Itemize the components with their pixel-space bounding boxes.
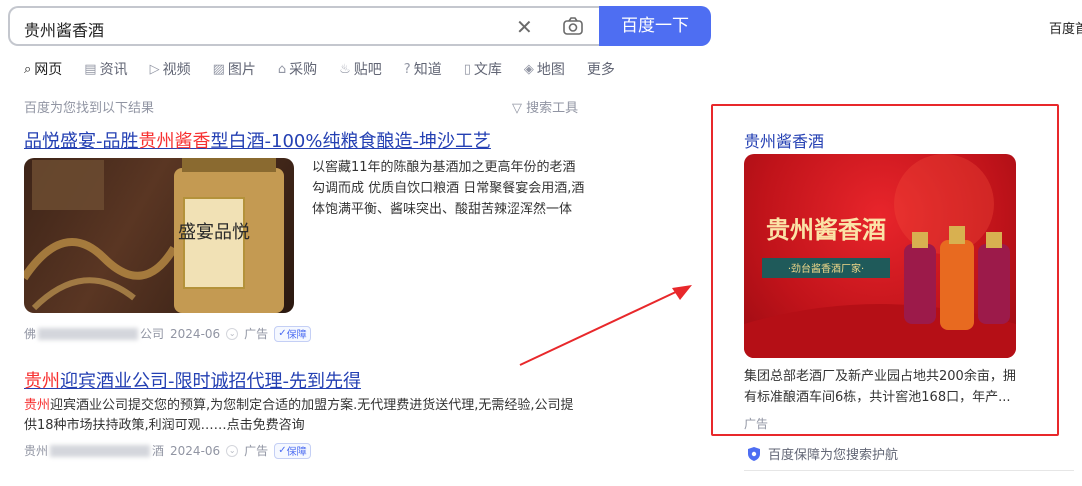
right-panel-ad-label: 广告	[744, 417, 769, 431]
tab-shopping[interactable]: ⌂ 采购	[278, 59, 317, 79]
chevron-down-icon[interactable]: ⌄	[226, 327, 239, 340]
news-icon: ▤	[84, 61, 97, 77]
filter-icon: ▽	[512, 101, 527, 116]
search-tools-button[interactable]: ▽ 搜索工具	[512, 97, 578, 116]
result-1-meta: 佛公司 2024-06 ⌄ 广告 ✓ 保障	[24, 325, 311, 342]
image-icon: ▨	[212, 61, 225, 77]
baidu-guarantee-footer[interactable]: 百度保障为您搜索护航	[746, 444, 898, 463]
svg-text:贵州酱香酒: 贵州酱香酒	[766, 216, 886, 244]
camera-icon[interactable]	[562, 16, 584, 36]
blurred-source	[50, 444, 151, 457]
shield-icon	[748, 446, 760, 461]
video-icon: ▷	[149, 61, 160, 77]
tieba-icon: ♨	[339, 61, 351, 77]
search-box[interactable]: 贵州酱香酒 ✕	[8, 6, 600, 46]
svg-text:·劲台酱香酒厂家·: ·劲台酱香酒厂家·	[788, 262, 864, 275]
search-tabs: ⌕ 网页 ▤ 资讯 ▷ 视频 ▨ 图片 ⌂ 采购 ♨ 贴吧 ? 知道 ▯ 文库 ◈ 地图 更多	[24, 59, 637, 79]
result-1-title[interactable]: 品悦盛宴-品胜贵州酱香型白酒-100%纯粮食酿造-坤沙工艺	[24, 127, 491, 153]
search-input[interactable]: 贵州酱香酒	[24, 17, 104, 41]
guarantee-badge[interactable]: ✓ 保障	[274, 325, 311, 342]
result-count: 百度为您找到以下结果	[24, 101, 155, 116]
search-icon: ⌕	[24, 61, 32, 77]
tab-map[interactable]: ◈ 地图	[524, 59, 565, 79]
result-2-title[interactable]: 贵州迎宾酒业公司-限时诚招代理-先到先得	[24, 367, 361, 393]
result-2-description: 贵州迎宾酒业公司提交您的预算,为您制定合适的加盟方案.无代理费进货送代理,无需经…	[24, 398, 574, 433]
tab-zhidao[interactable]: ? 知道	[404, 59, 442, 79]
doc-icon: ▯	[463, 61, 471, 77]
annotation-arrow	[519, 285, 692, 366]
search-button[interactable]: 百度一下	[599, 6, 711, 46]
tab-video[interactable]: ▷ 视频	[150, 59, 191, 79]
result-1-image[interactable]: 盛宴品悦	[24, 158, 294, 313]
map-icon: ◈	[523, 61, 534, 77]
tab-more[interactable]: 更多	[587, 59, 615, 79]
ad-label: 广告	[244, 444, 269, 458]
chevron-down-icon[interactable]: ⌄	[226, 444, 239, 457]
shop-icon: ⌂	[277, 61, 287, 77]
clear-icon[interactable]: ✕	[516, 15, 533, 39]
right-panel-description: 集团总部老酒厂及新产业园占地共200余亩，拥有标准酿酒车间6栋，共计窖池168口…	[744, 369, 1016, 405]
tab-tieba[interactable]: ♨ 贴吧	[339, 59, 382, 79]
ad-label: 广告	[244, 327, 269, 341]
tab-images[interactable]: ▨ 图片	[213, 59, 256, 79]
right-panel-image[interactable]: 贵州酱香酒 ·劲台酱香酒厂家·	[744, 154, 1016, 358]
divider	[744, 470, 1074, 471]
blurred-source	[38, 327, 139, 340]
tab-web[interactable]: ⌕ 网页	[24, 59, 62, 79]
tab-wenku[interactable]: ▯ 文库	[464, 59, 502, 79]
top-right-link[interactable]: 百度首	[1049, 18, 1082, 37]
right-panel-title[interactable]: 贵州酱香酒	[744, 128, 824, 152]
result-1-description: 以窖藏11年的陈酿为基酒加之更高年份的老酒勾调而成 优质自饮口粮酒 日常聚餐宴会…	[312, 160, 585, 217]
svg-text:盛宴品悦: 盛宴品悦	[178, 221, 250, 242]
guarantee-badge[interactable]: ✓ 保障	[274, 442, 311, 459]
tab-news[interactable]: ▤ 资讯	[84, 59, 127, 79]
question-icon: ?	[403, 61, 411, 77]
result-2-meta: 贵州酒 2024-06 ⌄ 广告 ✓ 保障	[24, 442, 311, 459]
